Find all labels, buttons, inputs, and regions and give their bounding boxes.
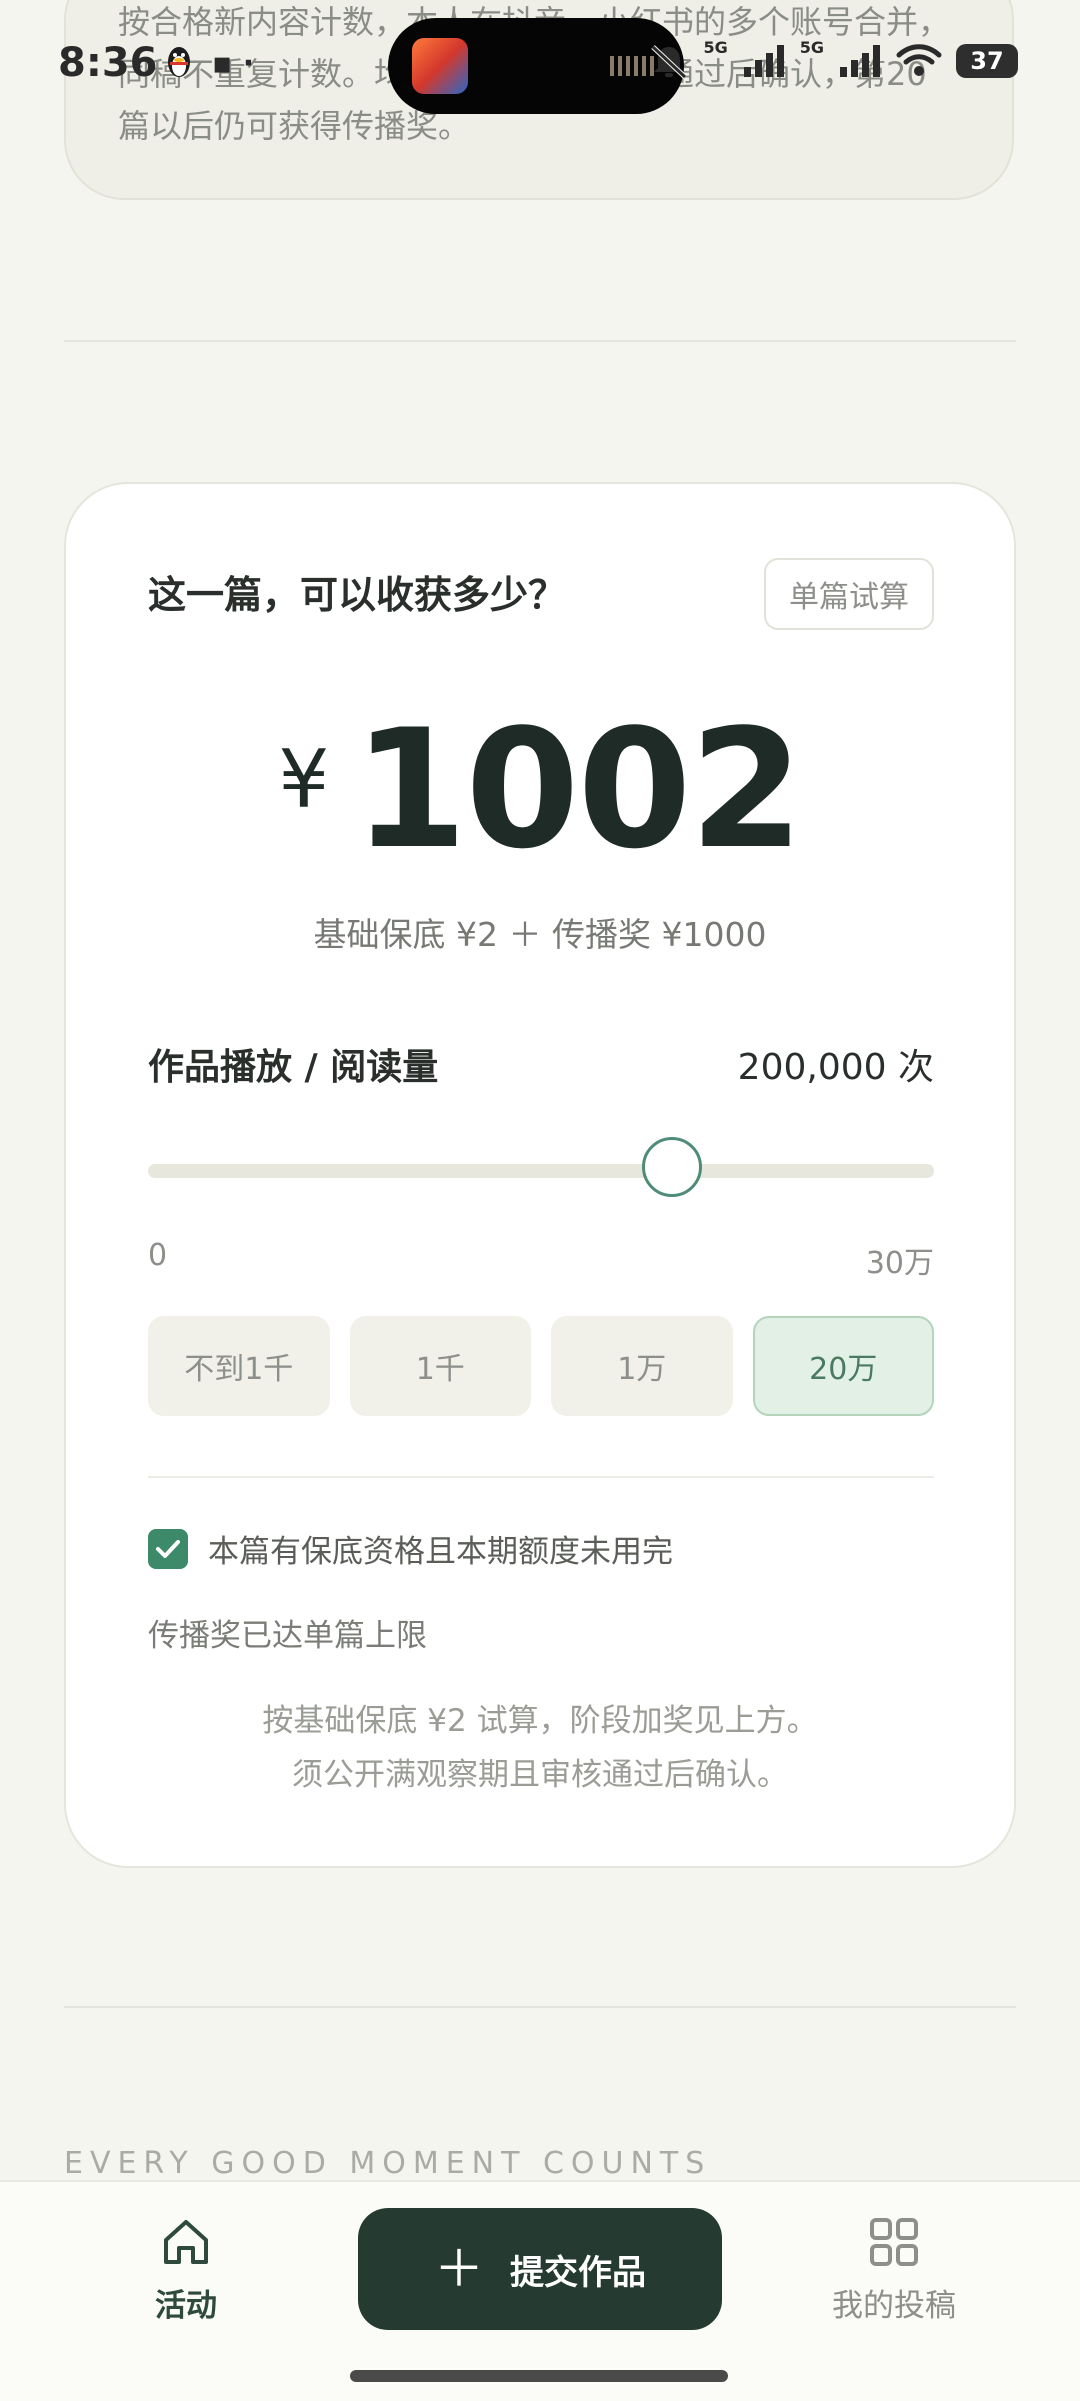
submit-work-label: 提交作品 xyxy=(510,2252,646,2293)
mute-bell-icon xyxy=(651,45,688,79)
tab-my-submissions[interactable]: 我的投稿 xyxy=(794,2216,994,2325)
preset-under-1k[interactable]: 不到1千 xyxy=(148,1316,330,1416)
tab-activity-label: 活动 xyxy=(155,2288,217,2324)
views-value: 200,000 次 xyxy=(737,1047,934,1088)
guarantee-checkbox-label: 本篇有保底资格且本期额度未用完 xyxy=(208,1534,673,1570)
earnings-calculator-card: 这一篇，可以收获多少？ 单篇试算 ¥ 1002 基础保底 ¥2 ＋ 传播奖 ¥1… xyxy=(64,482,1016,1868)
slider-min-label: 0 xyxy=(148,1238,168,1273)
qq-penguin-icon xyxy=(168,47,190,77)
notification-dots-icon: ▪ · xyxy=(212,46,255,81)
home-indicator[interactable] xyxy=(350,2370,728,2382)
dynamic-island[interactable] xyxy=(388,18,684,114)
network-type-1: 5G xyxy=(703,37,728,57)
section-divider-bottom xyxy=(64,2006,1016,2008)
currency-symbol: ¥ xyxy=(278,732,330,826)
single-calc-button[interactable]: 单篇试算 xyxy=(764,558,934,630)
views-slider[interactable] xyxy=(148,1137,934,1197)
check-icon xyxy=(156,1539,180,1558)
views-presets: 不到1千 1千 1万 20万 xyxy=(148,1316,934,1416)
calculator-title: 这一篇，可以收获多少？ xyxy=(148,573,567,617)
status-indicators: 5G 5G 37 xyxy=(649,38,1018,84)
live-activity-thumbnail xyxy=(412,38,468,94)
submit-work-button[interactable]: ＋ 提交作品 xyxy=(358,2208,722,2330)
tab-my-submissions-label: 我的投稿 xyxy=(832,2288,956,2324)
limit-reached-note: 传播奖已达单篇上限 xyxy=(148,1618,427,1654)
views-label: 作品播放 / 阅读量 xyxy=(148,1047,439,1088)
preset-1k[interactable]: 1千 xyxy=(349,1316,531,1416)
status-bar: 8:36 ▪ · 5G 5G 37 xyxy=(0,0,1080,130)
footnote-line-2: 须公开满观察期且审核通过后确认。 xyxy=(292,1757,788,1793)
network-type-2: 5G xyxy=(799,37,824,57)
signal-2-icon xyxy=(840,45,880,77)
amount-value: 1002 xyxy=(353,693,803,885)
status-time: 8:36 xyxy=(58,40,158,86)
wifi-icon xyxy=(896,44,942,76)
preset-200k[interactable]: 20万 xyxy=(752,1316,934,1416)
views-slider-thumb[interactable] xyxy=(642,1137,703,1197)
tagline: EVERY GOOD MOMENT COUNTS xyxy=(64,2146,712,2181)
footnote-line-1: 按基础保底 ¥2 试算，阶段加奖见上方。 xyxy=(262,1703,818,1739)
signal-1-icon xyxy=(743,45,784,77)
bottom-tab-bar: 活动 ＋ 提交作品 我的投稿 xyxy=(0,2180,1080,2401)
estimated-amount: ¥ 1002 xyxy=(66,694,1014,885)
amount-breakdown: 基础保底 ¥2 ＋ 传播奖 ¥1000 xyxy=(313,915,767,954)
home-icon xyxy=(164,2220,208,2264)
guarantee-checkbox[interactable] xyxy=(148,1528,188,1569)
guarantee-check-row[interactable]: 本篇有保底资格且本期额度未用完 xyxy=(148,1526,673,1571)
tab-activity[interactable]: 活动 xyxy=(86,2216,286,2325)
grid-icon xyxy=(870,2218,918,2266)
battery-indicator: 37 xyxy=(956,44,1018,78)
card-inner-divider xyxy=(148,1476,934,1478)
preset-10k[interactable]: 1万 xyxy=(551,1316,733,1416)
plus-icon: ＋ xyxy=(434,2240,484,2298)
calculation-footnote: 按基础保底 ¥2 试算，阶段加奖见上方。 须公开满观察期且审核通过后确认。 xyxy=(66,1694,1014,1802)
slider-max-label: 30万 xyxy=(865,1246,934,1281)
section-divider xyxy=(64,340,1016,342)
